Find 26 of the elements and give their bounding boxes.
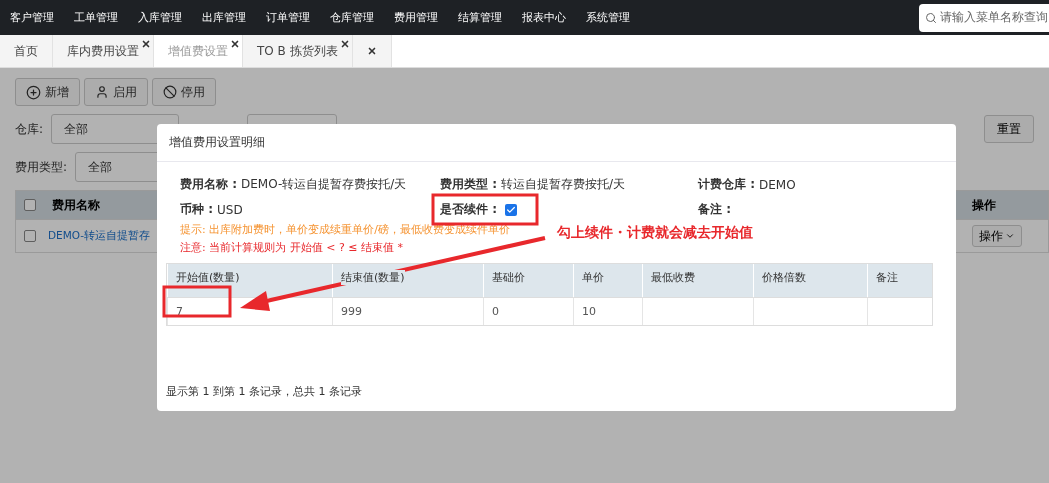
filter-label: 费用类型: [15,158,68,176]
table-cell: 999 [332,297,483,325]
filter-label: 仓库: [15,120,44,138]
field-value: 转运自提暂存费按托/天 [501,176,626,193]
field-label: 费用类型 : [440,176,497,193]
table-cell: 0 [483,297,573,325]
field-label: 是否续件 : [440,201,497,218]
field-label: 币种 : [180,201,213,218]
field-value: DEMO-转运自提暂存费按托/天 [241,176,407,193]
column-header: 单价 [582,270,604,285]
field-value: USD [217,202,243,217]
note-text: 注意: 当前计算规则为 开始值 < ? ≤ 结束值 * [179,240,403,255]
column-header: 备注 [876,270,898,285]
column-header: 操作 [972,197,996,212]
field-value: DEMO [759,177,796,192]
column-header: 基础价 [492,270,525,285]
annotation-text: 勾上续件・计费就会减去开始值 [557,224,753,242]
column-header: 结束值(数量) [341,270,405,285]
column-header: 最低收费 [651,270,695,285]
field-label: 计费仓库 : [698,176,755,193]
table-cell: 10 [573,297,642,325]
field-label: 备注 : [698,201,731,218]
column-header: 价格倍数 [762,270,806,285]
pagination-text: 显示第 1 到第 1 条记录，总共 1 条记录 [166,384,363,399]
column-header: 费用名称 [51,196,100,214]
column-header: 开始值(数量) [176,270,240,285]
